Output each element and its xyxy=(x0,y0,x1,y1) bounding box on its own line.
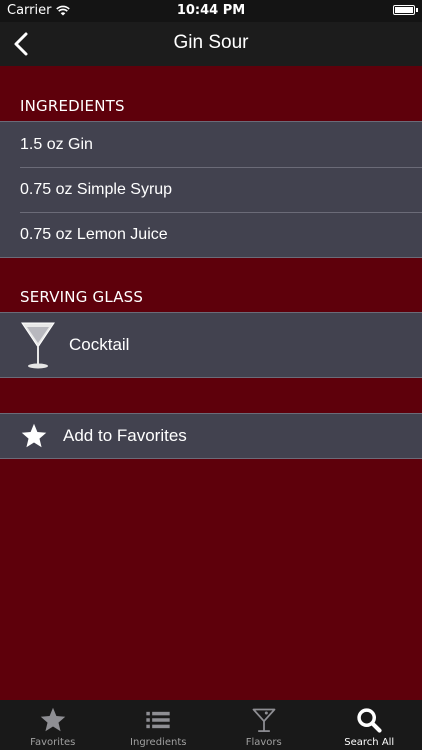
status-time: 10:44 PM xyxy=(176,3,246,18)
battery-tip xyxy=(416,8,418,12)
tab-label: Search All xyxy=(344,737,395,748)
page-title: Gin Sour xyxy=(173,32,249,53)
ingredient-row: 1.5 oz Gin xyxy=(0,122,422,167)
search-icon xyxy=(357,708,382,733)
ingredient-label: 0.75 oz Simple Syrup xyxy=(20,180,173,198)
battery-icon xyxy=(393,5,415,15)
ingredients-list: 1.5 oz Gin 0.75 oz Simple Syrup 0.75 oz … xyxy=(0,121,422,258)
ingredients-header: INGREDIENTS xyxy=(20,97,125,115)
serving-glass-label: Cocktail xyxy=(69,335,130,354)
tab-favorites[interactable]: Favorites xyxy=(0,700,106,750)
ingredient-row: 0.75 oz Lemon Juice xyxy=(0,212,422,257)
serving-glass-header: SERVING GLASS xyxy=(20,288,144,306)
martini-glass-icon xyxy=(252,708,276,732)
navigation-bar: Gin Sour xyxy=(0,22,422,66)
star-icon xyxy=(40,707,65,732)
serving-glass-row: Cocktail xyxy=(0,313,422,377)
star-icon xyxy=(21,423,47,448)
tab-ingredients[interactable]: Ingredients xyxy=(106,700,212,750)
ingredient-row: 0.75 oz Simple Syrup xyxy=(0,167,422,212)
serving-glass-list: Cocktail xyxy=(0,312,422,378)
tab-flavors[interactable]: Flavors xyxy=(211,700,317,750)
tab-label: Ingredients xyxy=(130,737,187,748)
tab-search-all[interactable]: Search All xyxy=(317,700,422,750)
favorites-group: Add to Favorites xyxy=(0,413,422,459)
cocktail-glass-icon xyxy=(21,322,55,369)
tab-bar: Favorites Ingredients Flavors Search All xyxy=(0,700,422,750)
ingredient-label: 0.75 oz Lemon Juice xyxy=(20,225,168,243)
status-bar: Carrier 10:44 PM xyxy=(0,0,422,22)
ingredient-label: 1.5 oz Gin xyxy=(20,135,93,153)
tab-label: Favorites xyxy=(30,737,76,748)
list-icon xyxy=(146,711,170,729)
tab-label: Flavors xyxy=(245,737,282,748)
add-to-favorites-label: Add to Favorites xyxy=(63,426,187,445)
add-to-favorites-button[interactable]: Add to Favorites xyxy=(0,414,422,458)
